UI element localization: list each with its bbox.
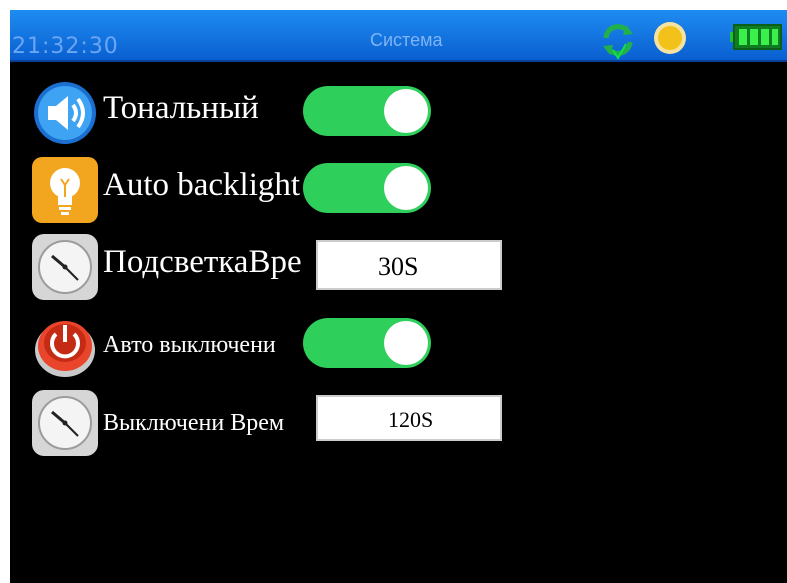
setting-label: Тональный <box>103 90 259 126</box>
toggle-knob <box>384 89 428 133</box>
backlight-time-field[interactable]: 30S <box>316 240 502 290</box>
settings-screen: 21:32:30 Система Тональный Auto backligh… <box>10 10 787 583</box>
battery-icon <box>730 24 782 55</box>
toggle-knob <box>384 321 428 365</box>
off-time-value: 120S <box>388 407 434 432</box>
power-icon <box>30 310 100 380</box>
setting-label: Auto backlight <box>103 167 301 203</box>
auto-backlight-toggle[interactable] <box>303 163 431 213</box>
setting-row-auto-off: Авто выключени <box>10 310 787 380</box>
sync-check-icon <box>598 20 638 65</box>
screen-title: Система <box>370 30 443 50</box>
status-time: 21:32:30 <box>12 34 119 59</box>
setting-row-backlight-time: ПодсветкаВре 30S <box>10 232 787 302</box>
speaker-icon <box>30 78 100 148</box>
setting-row-tone: Тональный <box>10 78 787 148</box>
setting-label: Авто выключени <box>103 332 276 358</box>
setting-row-off-time: Выключени Врем 120S <box>10 388 787 458</box>
off-time-field[interactable]: 120S <box>316 395 502 441</box>
auto-off-toggle[interactable] <box>303 318 431 368</box>
lightbulb-icon <box>30 155 100 225</box>
status-bar: 21:32:30 Система <box>10 10 787 62</box>
clock-icon <box>30 388 100 458</box>
setting-label: Выключени Врем <box>103 410 285 436</box>
clock-icon <box>30 232 100 302</box>
toggle-knob <box>384 166 428 210</box>
setting-row-auto-backlight: Auto backlight <box>10 155 787 225</box>
tone-toggle[interactable] <box>303 86 431 136</box>
sun-icon <box>652 20 688 61</box>
backlight-time-value: 30S <box>378 252 419 281</box>
setting-label: ПодсветкаВре <box>103 244 302 280</box>
